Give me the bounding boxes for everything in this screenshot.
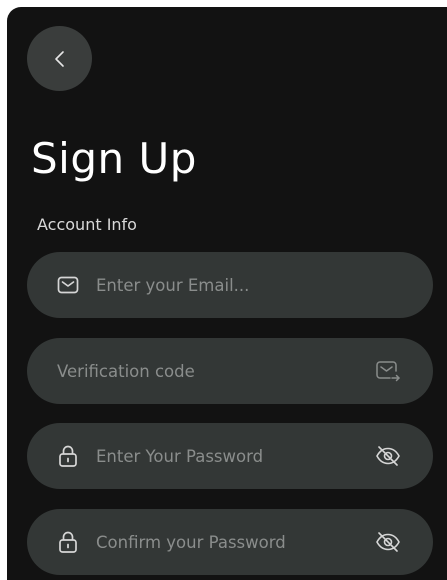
lock-icon <box>57 445 79 467</box>
chevron-left-icon <box>53 49 67 69</box>
sign-up-screen: Sign Up Account Info <box>7 7 447 580</box>
section-label-account-info: Account Info <box>37 215 137 234</box>
email-field[interactable] <box>27 252 433 318</box>
lock-icon <box>57 531 79 553</box>
confirm-password-input[interactable] <box>96 509 376 575</box>
confirm-password-field[interactable] <box>27 509 433 575</box>
verification-code-field[interactable] <box>27 338 433 404</box>
email-input[interactable] <box>96 252 376 318</box>
mail-icon <box>57 274 79 296</box>
password-field[interactable] <box>27 423 433 489</box>
eye-off-icon[interactable] <box>375 529 401 555</box>
send-code-icon[interactable] <box>375 358 401 384</box>
back-button[interactable] <box>27 26 92 91</box>
eye-off-icon[interactable] <box>375 443 401 469</box>
verification-code-input[interactable] <box>57 338 357 404</box>
password-input[interactable] <box>96 423 376 489</box>
page-title: Sign Up <box>31 134 197 183</box>
